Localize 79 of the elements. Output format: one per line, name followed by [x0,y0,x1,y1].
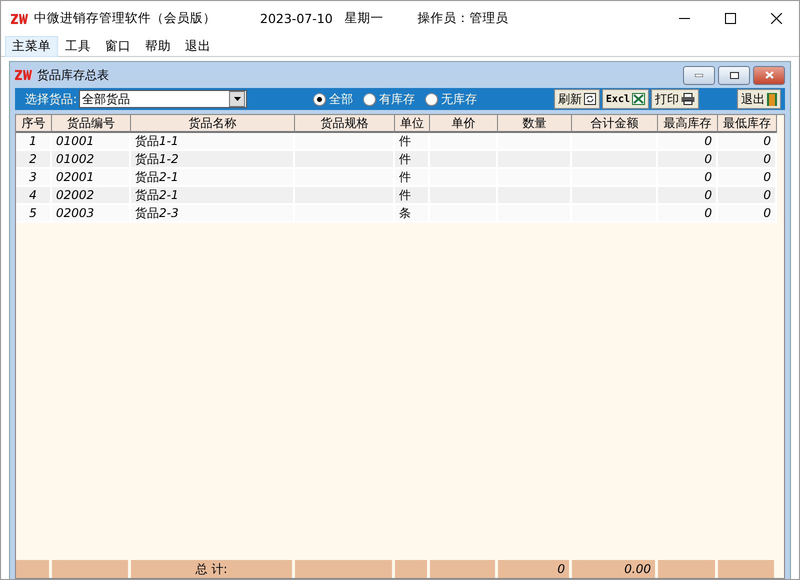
print-button[interactable]: 打印 [651,89,699,109]
door-icon [767,92,777,106]
menu-item[interactable]: 窗口 [98,36,138,56]
table-cell: 0 [718,133,777,151]
table-cell: 02003 [52,205,131,223]
table-cell: 件 [395,133,430,151]
table-cell: 0 [658,169,718,187]
printer-icon [681,93,695,105]
table-cell: 0 [718,205,777,223]
column-header[interactable]: 单位 [395,115,430,133]
table-cell: 货品2-1 [131,187,295,205]
exit-button[interactable]: 退出 [737,89,781,109]
table-cell: 货品2-3 [131,205,295,223]
table-cell: 货品1-2 [131,151,295,169]
stock-radio[interactable]: 全部 [313,90,354,108]
maximize-icon [724,13,736,24]
total-cell: 0 [498,560,572,578]
table-cell: 0 [658,133,718,151]
table-cell: 0 [718,169,777,187]
stock-radio[interactable]: 无库存 [425,90,478,108]
table-cell: 02002 [52,187,131,205]
table-cell: 3 [16,169,52,187]
column-header[interactable]: 最低库存 [718,115,777,133]
column-header[interactable]: 最高库存 [658,115,718,133]
weekday-text: 星期一 [344,10,384,27]
table-cell: 0 [718,187,777,205]
logo-icon [15,70,32,80]
table-cell: 件 [395,151,430,169]
refresh-button[interactable]: 刷新 [554,89,600,109]
refresh-icon [584,93,596,105]
table-cell: 0 [658,151,718,169]
restore-icon [730,72,738,78]
close-button[interactable] [753,66,785,84]
table-cell: 2 [16,151,52,169]
table-cell: 5 [16,205,52,223]
table-cell: 件 [395,169,430,187]
column-header[interactable]: 合计金额 [572,115,658,133]
table-cell: 件 [395,187,430,205]
column-header[interactable]: 单价 [430,115,498,133]
table-cell [430,133,498,151]
stock-radio[interactable]: 有库存 [363,90,416,108]
table-cell: 0 [718,151,777,169]
caret-icon [234,97,241,101]
table-cell: 0 [658,205,718,223]
table-cell: 条 [395,205,430,223]
column-header[interactable]: 序号 [16,115,52,133]
window-title: 中微进销存管理软件（会员版） [34,10,216,27]
restore-button[interactable] [718,66,750,84]
excel-button[interactable]: Excl [602,89,649,109]
table-cell: 货品1-1 [131,133,295,151]
child-window-title: 货品库存总表 [37,66,109,84]
table-cell: 1 [16,133,52,151]
close-icon [764,71,774,79]
table-cell: 01002 [52,151,131,169]
menu-item[interactable]: 工具 [58,36,98,56]
logo-icon [11,14,28,24]
date-text: 2023-07-10 [260,11,333,26]
menu-item[interactable]: 帮助 [138,36,178,56]
minimize-icon [695,74,703,76]
operator-text: 操作员：管理员 [418,10,509,27]
total-cell: 0.00 [572,560,658,578]
table-cell: 01001 [52,133,131,151]
column-header[interactable]: 数量 [498,115,572,133]
total-cell: 总 计: [131,560,295,578]
table-cell: 4 [16,187,52,205]
close-icon [770,13,782,24]
column-header[interactable]: 货品名称 [131,115,295,133]
spreadsheet-icon [632,93,645,105]
table-cell: 02001 [52,169,131,187]
minimize-icon [678,18,690,19]
filter-label: 选择货品: [25,90,78,108]
column-header[interactable]: 货品规格 [295,115,395,133]
menu-item[interactable]: 退出 [178,36,218,56]
product-dropdown[interactable]: 全部货品 [79,90,248,108]
menu-item[interactable]: 主菜单 [5,36,58,56]
minimize-button[interactable] [683,66,715,84]
table-cell: 0 [658,187,718,205]
table-cell: 货品2-1 [131,169,295,187]
column-header[interactable]: 货品编号 [52,115,131,133]
